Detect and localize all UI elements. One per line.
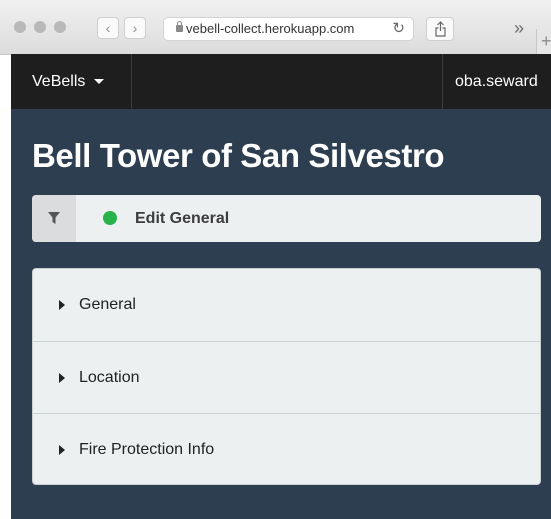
overflow-tabs-icon[interactable]: » [514,18,524,39]
chevron-right-icon: › [132,20,138,36]
back-button[interactable]: ‹ [97,17,119,39]
section-fire-protection-info[interactable]: Fire Protection Info [33,413,540,484]
navbar: VeBells oba.seward [11,54,551,109]
sections-panel: General Location Fire Protection Info [32,268,541,485]
filter-button[interactable] [32,195,76,242]
new-tab-button[interactable]: + [536,29,551,54]
caret-down-icon [94,79,105,84]
brand-label: VeBells [32,73,86,90]
browser-toolbar: ‹ › vebell-collect.herokuapp.com ↻ » + [0,0,551,55]
expand-triangle-icon [59,445,65,455]
section-label: General [79,296,136,313]
section-label: Location [79,369,140,386]
expand-triangle-icon [59,300,65,310]
status-dot-icon [103,211,117,225]
share-icon [435,21,446,37]
window-minimize-button[interactable] [34,21,46,33]
filter-bar: Edit General [32,195,541,242]
forward-button[interactable]: › [124,17,146,39]
expand-triangle-icon [59,373,65,383]
section-general[interactable]: General [33,269,540,341]
username-label: oba.seward [455,73,538,90]
user-menu[interactable]: oba.seward [442,54,551,109]
edit-general-label: Edit General [135,210,230,227]
window-zoom-button[interactable] [54,21,66,33]
chevron-left-icon: ‹ [105,20,111,36]
section-label: Fire Protection Info [79,441,215,458]
reload-icon[interactable]: ↻ [392,18,405,40]
lock-icon [176,21,183,32]
share-button[interactable] [426,17,454,41]
page-title: Bell Tower of San Silvestro [32,137,445,174]
filter-icon [48,212,60,224]
address-bar[interactable]: vebell-collect.herokuapp.com ↻ [163,17,414,41]
brand-menu[interactable]: VeBells [11,54,132,109]
address-url: vebell-collect.herokuapp.com [186,21,355,36]
app-container: VeBells oba.seward Bell Tower of San Sil… [11,54,551,519]
window-close-button[interactable] [14,21,26,33]
section-location[interactable]: Location [33,341,540,413]
